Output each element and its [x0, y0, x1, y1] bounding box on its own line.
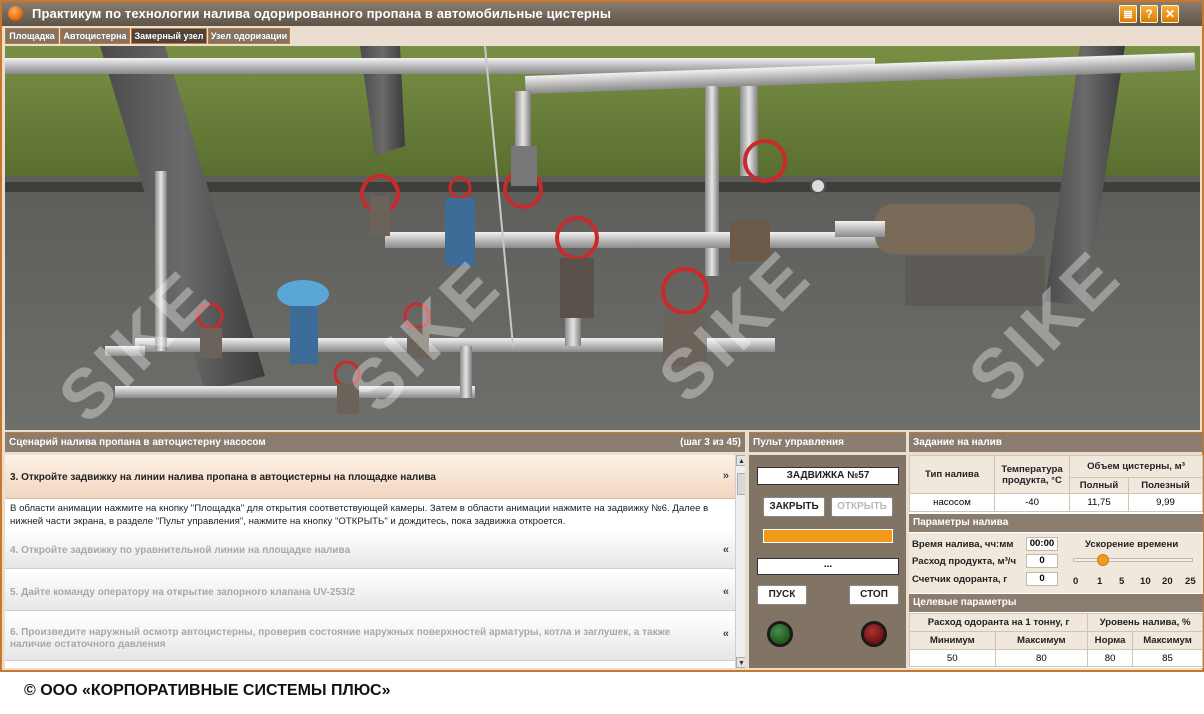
step-title: 4. Откройте задвижку по уравнительной ли…	[10, 545, 351, 556]
col-useful-header: Полезный	[1128, 477, 1203, 494]
col-full-header: Полный	[1068, 477, 1130, 494]
step-title: 6. Произведите наружный осмотр автоцисте…	[10, 627, 671, 650]
time-label: Время налива, чч:мм	[912, 539, 1014, 550]
speed-tick: 20	[1162, 576, 1173, 587]
chevron-left-icon[interactable]: «	[723, 628, 729, 640]
counter-value: 0	[1026, 572, 1058, 586]
speed-tick: 0	[1073, 576, 1079, 587]
params-panel: Время налива, чч:мм 00:00 Расход продукт…	[909, 533, 1203, 593]
speed-slider[interactable]	[1073, 558, 1193, 562]
step-counter: (шаг 3 из 45)	[680, 437, 741, 448]
col-volume-header: Объем цистерны, м³	[1069, 455, 1203, 478]
params-header: Параметры налива	[909, 514, 1203, 532]
start-indicator-lamp	[767, 621, 793, 647]
cell-level-max: 85	[1132, 649, 1203, 667]
task-panel: Тип налива Температура продукта, °С Объе…	[908, 455, 1203, 668]
target-table: Расход одоранта на 1 тонну, г Уровень на…	[908, 613, 1203, 667]
cell-type: насосом	[909, 493, 995, 512]
scenario-title: Сценарий налива пропана в автоцистерну н…	[9, 437, 266, 448]
close-icon[interactable]: ✕	[1161, 5, 1179, 23]
control-panel: ЗАДВИЖКА №57 ЗАКРЫТЬ ОТКРЫТЬ ... ПУСК СТ…	[749, 455, 906, 668]
scrollbar[interactable]: ▲ ▼	[735, 455, 745, 668]
list-item[interactable]: 5. Дайте команду оператору на открытие з…	[5, 573, 735, 611]
speed-tick: 10	[1140, 576, 1151, 587]
cell-full: 11,75	[1068, 493, 1130, 512]
col-max2-header: Максимум	[1132, 631, 1203, 650]
cell-level-norm: 80	[1087, 649, 1134, 667]
cell-odor-max: 80	[994, 649, 1089, 667]
tab-uzel-odorizacii[interactable]: Узел одоризации	[208, 28, 290, 44]
app-title: Практикум по технологии налива одорирова…	[32, 6, 612, 21]
pipeline-scene[interactable]	[5, 46, 1200, 430]
level-header: Уровень налива, %	[1087, 613, 1203, 632]
speed-tick: 25	[1185, 576, 1196, 587]
flow-label: Расход продукта, м³/ч	[912, 556, 1017, 567]
tab-ploshchadka[interactable]: Площадка	[5, 28, 59, 44]
animation-area[interactable]: SIKE SIKE SIKE SIKE	[5, 46, 1200, 430]
flow-value: 0	[1026, 554, 1058, 568]
task-table: Тип налива Температура продукта, °С Объе…	[909, 455, 1203, 512]
close-valve-button[interactable]: ЗАКРЫТЬ	[763, 497, 825, 517]
step-title: 5. Дайте команду оператору на открытие з…	[10, 587, 355, 598]
start-button[interactable]: ПУСК	[757, 585, 807, 605]
stop-indicator-lamp	[861, 621, 887, 647]
col-max-header: Максимум	[994, 631, 1089, 650]
current-step-title: 3. Откройте задвижку на линии налива про…	[10, 472, 436, 483]
scrollbar-thumb[interactable]	[737, 473, 745, 495]
col-min-header: Минимум	[909, 631, 996, 650]
scroll-down-icon[interactable]: ▼	[736, 657, 745, 668]
control-panel-header: Пульт управления	[749, 432, 906, 452]
application-window: Практикум по технологии налива одорирова…	[0, 0, 1204, 672]
cell-useful: 9,99	[1128, 493, 1203, 512]
col-type-header: Тип налива	[909, 455, 995, 494]
current-step-description: В области анимации нажмите на кнопку "Пл…	[10, 503, 709, 527]
odorant-header: Расход одоранта на 1 тонну, г	[908, 613, 1089, 632]
speed-title: Ускорение времени	[1085, 539, 1179, 550]
valve-progress-bar	[763, 529, 893, 543]
table-row: насосом -40 11,75 9,99	[909, 493, 1203, 512]
app-logo-icon	[8, 6, 23, 21]
title-bar: Практикум по технологии налива одорирова…	[2, 2, 1202, 26]
speed-tick: 5	[1119, 576, 1125, 587]
cell-odor-min: 50	[909, 649, 996, 667]
help-icon[interactable]: ?	[1140, 5, 1158, 23]
table-row: 50 80 80 85	[909, 649, 1203, 667]
stop-button[interactable]: СТОП	[849, 585, 899, 605]
device-label: ЗАДВИЖКА №57	[757, 467, 899, 485]
tab-zamerny-uzel[interactable]: Замерный узел	[131, 28, 207, 44]
col-norm-header: Норма	[1087, 631, 1134, 650]
pressure-gauge-icon[interactable]	[810, 178, 826, 194]
col-temp-header: Температура продукта, °С	[994, 455, 1070, 494]
chevron-down-icon[interactable]: »	[723, 470, 729, 482]
scroll-up-icon[interactable]: ▲	[736, 455, 745, 466]
valve-status: ...	[757, 558, 899, 575]
time-value: 00:00	[1026, 537, 1058, 551]
notepad-icon[interactable]: ≣	[1119, 5, 1137, 23]
copyright: © ООО «КОРПОРАТИВНЫЕ СИСТЕМЫ ПЛЮС»	[24, 682, 391, 699]
list-item[interactable]: 6. Произведите наружный осмотр автоцисте…	[5, 615, 735, 661]
open-valve-button[interactable]: ОТКРЫТЬ	[831, 497, 893, 517]
scenario-header: Сценарий налива пропана в автоцистерну н…	[5, 432, 745, 452]
current-step[interactable]: 3. Откройте задвижку на линии налива про…	[5, 455, 735, 499]
scenario-list: 3. Откройте задвижку на линии налива про…	[5, 455, 745, 668]
counter-label: Счетчик одоранта, г	[912, 574, 1008, 585]
task-header: Задание на налив	[909, 432, 1203, 452]
list-item[interactable]: 4. Откройте задвижку по уравнительной ли…	[5, 531, 735, 569]
cell-temp: -40	[994, 493, 1070, 512]
chevron-left-icon[interactable]: «	[723, 544, 729, 556]
tab-avtocisterna[interactable]: Автоцистерна	[60, 28, 130, 44]
speed-tick: 1	[1097, 576, 1103, 587]
speed-slider-knob[interactable]	[1097, 554, 1109, 566]
chevron-left-icon[interactable]: «	[723, 586, 729, 598]
target-header: Целевые параметры	[909, 594, 1203, 612]
